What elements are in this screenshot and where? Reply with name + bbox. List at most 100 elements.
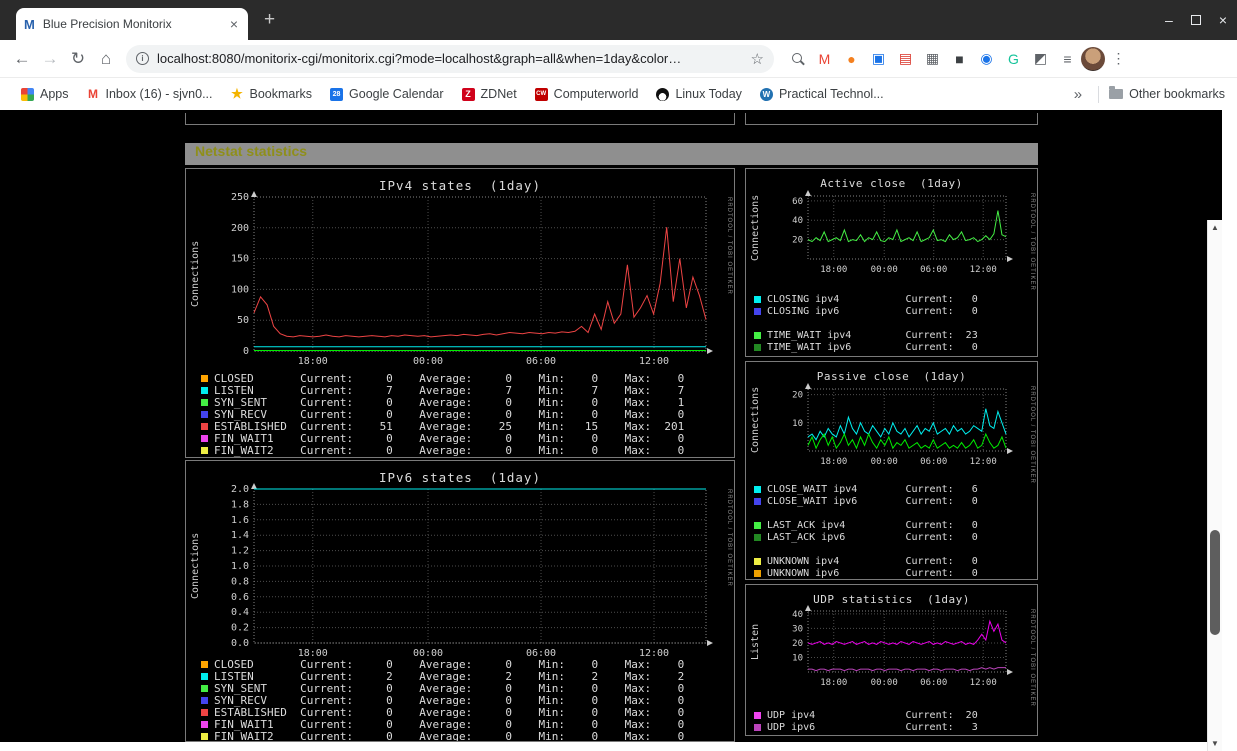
- chart-legend: CLOSED Current: 0 Average: 0 Min: 0 Max:…: [201, 372, 684, 457]
- svg-text:18:00: 18:00: [298, 356, 328, 367]
- bookmark-apps[interactable]: Apps: [12, 87, 78, 101]
- svg-text:10: 10: [792, 653, 803, 663]
- scrollbar[interactable]: ▲ ▼: [1207, 220, 1222, 751]
- puzzle-icon[interactable]: ◩: [1027, 46, 1054, 72]
- legend-swatch: [754, 521, 761, 529]
- svg-text:10: 10: [792, 419, 803, 429]
- bookmark-zdnet[interactable]: ZDNet: [453, 87, 526, 101]
- scroll-down-arrow[interactable]: ▼: [1208, 739, 1222, 748]
- svg-text:0.8: 0.8: [231, 576, 249, 587]
- window-maximize-button[interactable]: [1190, 15, 1201, 25]
- grammarly-icon[interactable]: G: [1000, 46, 1027, 72]
- bookmark-label: Apps: [40, 87, 69, 101]
- url-bar[interactable]: localhost:8080/monitorix-cgi/monitorix.c…: [126, 44, 774, 73]
- bookmark-label: Inbox (16) - sjvn0...: [105, 87, 213, 101]
- window-minimize-button[interactable]: –: [1165, 12, 1173, 28]
- bookmark-google-calendar[interactable]: Google Calendar: [321, 87, 453, 101]
- tab-close-icon[interactable]: ×: [228, 16, 240, 32]
- chart-plot: 20 40 60 18:00 00:00 06:00 12:00: [746, 169, 1037, 289]
- svg-text:200: 200: [231, 223, 249, 234]
- copy-pages-icon[interactable]: ▣: [865, 46, 892, 72]
- svg-text:18:00: 18:00: [820, 457, 847, 467]
- legend-row: TIME_WAIT ipv4 Current: 23: [754, 329, 978, 341]
- rrdtool-watermark: RRDTOOL / TOBI OETIKER: [726, 489, 732, 587]
- forward-button[interactable]: →: [36, 49, 64, 69]
- rrdtool-watermark: RRDTOOL / TOBI OETIKER: [1029, 193, 1035, 291]
- svg-text:00:00: 00:00: [413, 356, 443, 367]
- chart-panel-ipv4-states[interactable]: IPv4 states (1day) Connections 0 50 100 150…: [185, 168, 735, 458]
- svg-text:250: 250: [231, 192, 249, 203]
- svg-text:100: 100: [231, 284, 249, 295]
- new-tab-button[interactable]: +: [264, 9, 275, 31]
- reload-button[interactable]: ↻: [64, 49, 92, 69]
- gmail-icon[interactable]: M: [811, 46, 838, 72]
- search-icon[interactable]: [784, 46, 811, 72]
- keep-note-icon[interactable]: ▤: [892, 46, 919, 72]
- legend-swatch: [754, 723, 761, 731]
- pocket-icon[interactable]: ●: [838, 46, 865, 72]
- bookmark-star-icon[interactable]: ☆: [751, 50, 764, 68]
- svg-text:00:00: 00:00: [871, 457, 898, 467]
- bookmark-computerworld[interactable]: Computerworld: [526, 87, 648, 101]
- calendar-icon: [330, 87, 344, 101]
- bookmark-inbox[interactable]: Inbox (16) - sjvn0...: [78, 87, 222, 101]
- bookmarks-bar: Apps Inbox (16) - sjvn0... Bookmarks Goo…: [0, 78, 1237, 110]
- chart-legend: CLOSING ipv4 Current: 0 CLOSING ipv6 Curr…: [754, 293, 978, 353]
- legend-swatch: [754, 711, 761, 719]
- chart-panel-active-close[interactable]: Active close (1day) Connections 20 40 60 18…: [745, 168, 1038, 357]
- window-controls: – ×: [1165, 0, 1227, 40]
- avatar-icon[interactable]: [1081, 46, 1105, 71]
- svg-text:2.0: 2.0: [231, 484, 249, 495]
- back-button[interactable]: ←: [8, 49, 36, 69]
- legend-text: LAST_ACK ipv6 Current: 0: [767, 531, 978, 543]
- home-button[interactable]: ⌂: [92, 49, 120, 69]
- monitorix-favicon: M: [24, 16, 35, 32]
- tab-title: Blue Precision Monitorix: [42, 17, 172, 31]
- legend-row: CLOSING ipv6 Current: 0: [754, 305, 978, 317]
- browser-tab[interactable]: M Blue Precision Monitorix ×: [16, 8, 248, 40]
- chart-panel-ipv6-states[interactable]: IPv6 states (1day) Connections 0.0 0.2 0.4…: [185, 460, 735, 742]
- bookmark-bookmarks[interactable]: Bookmarks: [222, 87, 322, 101]
- camera-icon[interactable]: ◉: [973, 46, 1000, 72]
- window-close-button[interactable]: ×: [1219, 12, 1227, 28]
- legend-row: UDP ipv4 Current: 20: [754, 709, 978, 721]
- svg-text:06:00: 06:00: [920, 678, 947, 688]
- playlist-icon[interactable]: ≡: [1054, 46, 1081, 72]
- chart-plot: 10 20 18:00 00:00 06:00 12:00: [746, 362, 1037, 481]
- svg-text:12:00: 12:00: [970, 265, 997, 275]
- screenshot-icon[interactable]: ▦: [919, 46, 946, 72]
- svg-text:1.8: 1.8: [231, 499, 249, 510]
- legend-row: CLOSED Current: 0 Average: 0 Min: 0 Max:…: [201, 658, 684, 671]
- legend-text: UNKNOWN ipv4 Current: 0: [767, 555, 978, 567]
- bookmark-label: Google Calendar: [349, 87, 444, 101]
- rrdtool-watermark: RRDTOOL / TOBI OETIKER: [726, 197, 732, 295]
- page-viewport: Netstat statistics IPv4 states (1day) Co…: [0, 110, 1222, 751]
- star-icon: [231, 88, 244, 101]
- scrollbar-thumb[interactable]: [1210, 530, 1220, 635]
- url-text[interactable]: localhost:8080/monitorix-cgi/monitorix.c…: [157, 51, 743, 66]
- svg-text:1.2: 1.2: [231, 546, 249, 557]
- extension-dark-icon[interactable]: ■: [946, 46, 973, 72]
- folder-icon: [1109, 86, 1124, 99]
- legend-swatch: [754, 497, 761, 505]
- legend-spacer: [754, 317, 978, 329]
- legend-text: TIME_WAIT ipv4 Current: 23: [767, 329, 978, 341]
- chart-panel-passive-close[interactable]: Passive close (1day) Connections 10 20 18:…: [745, 361, 1038, 580]
- legend-row: CLOSED Current: 0 Average: 0 Min: 0 Max:…: [201, 372, 684, 385]
- other-bookmarks[interactable]: Other bookmarks: [1109, 86, 1225, 101]
- chart-legend: CLOSE_WAIT ipv4 Current: 6 CLOSE_WAIT ipv…: [754, 483, 978, 579]
- bookmark-practical-technology[interactable]: Practical Technol...: [751, 87, 893, 101]
- chart-panel-udp-statistics[interactable]: UDP statistics (1day) Listen 10 20 30 40 18:…: [745, 584, 1038, 736]
- page-info-icon[interactable]: [136, 52, 149, 65]
- bookmark-linux-today[interactable]: Linux Today: [647, 87, 751, 101]
- legend-row: UNKNOWN ipv4 Current: 0: [754, 555, 978, 567]
- legend-row: SYN_RECV Current: 0 Average: 0 Min: 0 Ma…: [201, 694, 684, 707]
- computerworld-icon: [534, 87, 548, 101]
- scroll-up-arrow[interactable]: ▲: [1208, 223, 1222, 232]
- svg-text:1.4: 1.4: [231, 530, 249, 541]
- legend-row: SYN_RECV Current: 0 Average: 0 Min: 0 Ma…: [201, 408, 684, 421]
- bookmarks-overflow-chevron[interactable]: »: [1068, 86, 1088, 103]
- menu-icon[interactable]: ⋮: [1105, 46, 1132, 72]
- rrdtool-watermark: RRDTOOL / TOBI OETIKER: [1029, 609, 1035, 707]
- chart-plot: 10 20 30 40 18:00 00:00 06:00 12:00: [746, 585, 1037, 702]
